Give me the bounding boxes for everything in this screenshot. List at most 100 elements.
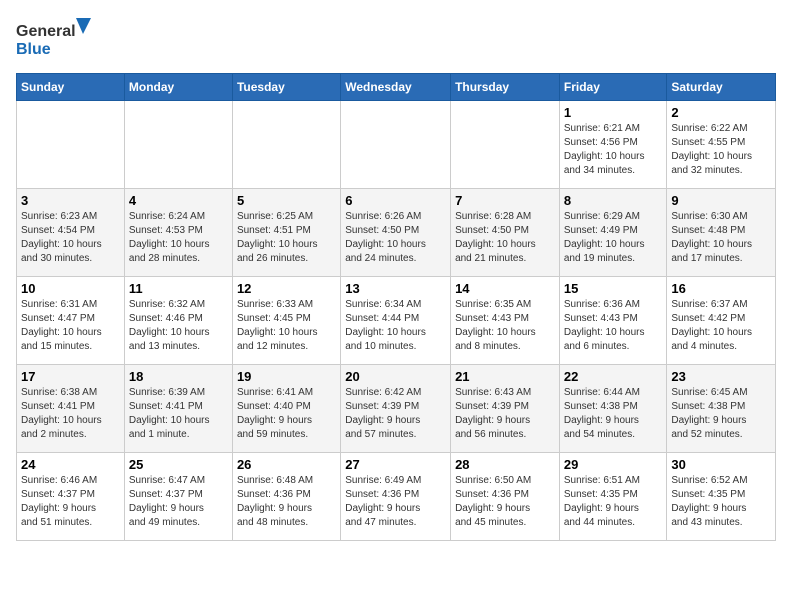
calendar-cell (124, 101, 232, 189)
day-number: 27 (345, 457, 446, 472)
calendar-cell (341, 101, 451, 189)
day-info: Sunrise: 6:50 AM Sunset: 4:36 PM Dayligh… (455, 474, 555, 530)
day-info: Sunrise: 6:29 AM Sunset: 4:49 PM Dayligh… (564, 210, 663, 266)
day-number: 9 (671, 193, 771, 208)
day-number: 1 (564, 105, 663, 120)
day-number: 10 (21, 281, 120, 296)
day-number: 28 (455, 457, 555, 472)
calendar-cell: 26Sunrise: 6:48 AM Sunset: 4:36 PM Dayli… (232, 453, 340, 541)
week-row-2: 3Sunrise: 6:23 AM Sunset: 4:54 PM Daylig… (17, 189, 776, 277)
weekday-header-monday: Monday (124, 74, 232, 101)
calendar-cell: 10 Sunrise: 6:31 AM Sunset: 4:47 PM Dayli… (17, 277, 125, 365)
weekday-header-saturday: Saturday (667, 74, 776, 101)
calendar-cell: 29 Sunrise: 6:51 AM Sunset: 4:35 PM Dayli… (559, 453, 667, 541)
day-info: Sunrise: 6:32 AM Sunset: 4:46 PM Dayligh… (129, 298, 228, 354)
day-number: 17 (21, 369, 120, 384)
day-number: 15 (564, 281, 663, 296)
day-number: 12 (237, 281, 336, 296)
calendar-cell: 20 Sunrise: 6:42 AM Sunset: 4:39 PM Dayli… (341, 365, 451, 453)
day-info: Sunrise: 6:34 AM Sunset: 4:44 PM Dayligh… (345, 298, 446, 354)
calendar-cell (232, 101, 340, 189)
calendar-cell: 4 Sunrise: 6:24 AM Sunset: 4:53 PM Daylig… (124, 189, 232, 277)
weekday-header-wednesday: Wednesday (341, 74, 451, 101)
calendar-cell: 1 Sunrise: 6:21 AM Sunset: 4:56 PM Daylig… (559, 101, 667, 189)
calendar-cell: 19 Sunrise: 6:41 AM Sunset: 4:40 PM Dayli… (232, 365, 340, 453)
day-number: 24 (21, 457, 120, 472)
calendar-cell: 28 Sunrise: 6:50 AM Sunset: 4:36 PM Dayli… (451, 453, 560, 541)
day-number: 23 (671, 369, 771, 384)
calendar-cell: 15Sunrise: 6:36 AM Sunset: 4:43 PM Dayli… (559, 277, 667, 365)
day-number: 5 (237, 193, 336, 208)
day-info: Sunrise: 6:25 AM Sunset: 4:51 PM Dayligh… (237, 210, 336, 266)
calendar-cell: 6 Sunrise: 6:26 AM Sunset: 4:50 PM Daylig… (341, 189, 451, 277)
calendar-cell: 8 Sunrise: 6:29 AM Sunset: 4:49 PM Daylig… (559, 189, 667, 277)
day-number: 6 (345, 193, 446, 208)
header-area: GeneralBlue (16, 16, 776, 61)
calendar-cell: 23Sunrise: 6:45 AM Sunset: 4:38 PM Dayli… (667, 365, 776, 453)
day-number: 18 (129, 369, 228, 384)
day-number: 22 (564, 369, 663, 384)
day-info: Sunrise: 6:51 AM Sunset: 4:35 PM Dayligh… (564, 474, 663, 530)
day-info: Sunrise: 6:39 AM Sunset: 4:41 PM Dayligh… (129, 386, 228, 442)
day-info: Sunrise: 6:24 AM Sunset: 4:53 PM Dayligh… (129, 210, 228, 266)
day-number: 8 (564, 193, 663, 208)
day-info: Sunrise: 6:26 AM Sunset: 4:50 PM Dayligh… (345, 210, 446, 266)
week-row-5: 24Sunrise: 6:46 AM Sunset: 4:37 PM Dayli… (17, 453, 776, 541)
day-info: Sunrise: 6:42 AM Sunset: 4:39 PM Dayligh… (345, 386, 446, 442)
calendar-cell: 2Sunrise: 6:22 AM Sunset: 4:55 PM Daylig… (667, 101, 776, 189)
weekday-header-friday: Friday (559, 74, 667, 101)
day-number: 25 (129, 457, 228, 472)
day-number: 21 (455, 369, 555, 384)
weekday-header-thursday: Thursday (451, 74, 560, 101)
day-number: 20 (345, 369, 446, 384)
day-info: Sunrise: 6:21 AM Sunset: 4:56 PM Dayligh… (564, 122, 663, 178)
day-number: 19 (237, 369, 336, 384)
day-info: Sunrise: 6:49 AM Sunset: 4:36 PM Dayligh… (345, 474, 446, 530)
calendar-table: SundayMondayTuesdayWednesdayThursdayFrid… (16, 73, 776, 541)
week-row-3: 10 Sunrise: 6:31 AM Sunset: 4:47 PM Dayli… (17, 277, 776, 365)
day-info: Sunrise: 6:28 AM Sunset: 4:50 PM Dayligh… (455, 210, 555, 266)
day-info: Sunrise: 6:47 AM Sunset: 4:37 PM Dayligh… (129, 474, 228, 530)
calendar-cell: 24Sunrise: 6:46 AM Sunset: 4:37 PM Dayli… (17, 453, 125, 541)
week-row-1: 1 Sunrise: 6:21 AM Sunset: 4:56 PM Daylig… (17, 101, 776, 189)
logo-svg: GeneralBlue (16, 16, 96, 61)
calendar-cell: 21 Sunrise: 6:43 AM Sunset: 4:39 PM Dayli… (451, 365, 560, 453)
day-info: Sunrise: 6:22 AM Sunset: 4:55 PM Dayligh… (671, 122, 771, 178)
day-number: 26 (237, 457, 336, 472)
calendar-cell: 27 Sunrise: 6:49 AM Sunset: 4:36 PM Dayli… (341, 453, 451, 541)
weekday-header-tuesday: Tuesday (232, 74, 340, 101)
calendar-cell: 30Sunrise: 6:52 AM Sunset: 4:35 PM Dayli… (667, 453, 776, 541)
day-info: Sunrise: 6:37 AM Sunset: 4:42 PM Dayligh… (671, 298, 771, 354)
day-info: Sunrise: 6:38 AM Sunset: 4:41 PM Dayligh… (21, 386, 120, 442)
day-number: 16 (671, 281, 771, 296)
calendar-cell: 14 Sunrise: 6:35 AM Sunset: 4:43 PM Dayli… (451, 277, 560, 365)
day-number: 4 (129, 193, 228, 208)
day-info: Sunrise: 6:33 AM Sunset: 4:45 PM Dayligh… (237, 298, 336, 354)
svg-text:Blue: Blue (16, 41, 51, 58)
logo: GeneralBlue (16, 16, 96, 61)
week-row-4: 17 Sunrise: 6:38 AM Sunset: 4:41 PM Dayli… (17, 365, 776, 453)
day-info: Sunrise: 6:44 AM Sunset: 4:38 PM Dayligh… (564, 386, 663, 442)
calendar-cell (17, 101, 125, 189)
day-number: 29 (564, 457, 663, 472)
day-number: 3 (21, 193, 120, 208)
calendar-cell: 18 Sunrise: 6:39 AM Sunset: 4:41 PM Dayli… (124, 365, 232, 453)
weekday-header-sunday: Sunday (17, 74, 125, 101)
svg-text:General: General (16, 23, 76, 40)
calendar-cell: 3Sunrise: 6:23 AM Sunset: 4:54 PM Daylig… (17, 189, 125, 277)
day-info: Sunrise: 6:43 AM Sunset: 4:39 PM Dayligh… (455, 386, 555, 442)
day-number: 7 (455, 193, 555, 208)
day-info: Sunrise: 6:35 AM Sunset: 4:43 PM Dayligh… (455, 298, 555, 354)
day-info: Sunrise: 6:41 AM Sunset: 4:40 PM Dayligh… (237, 386, 336, 442)
calendar-cell: 7 Sunrise: 6:28 AM Sunset: 4:50 PM Daylig… (451, 189, 560, 277)
calendar-cell: 13Sunrise: 6:34 AM Sunset: 4:44 PM Dayli… (341, 277, 451, 365)
day-info: Sunrise: 6:31 AM Sunset: 4:47 PM Dayligh… (21, 298, 120, 354)
day-info: Sunrise: 6:30 AM Sunset: 4:48 PM Dayligh… (671, 210, 771, 266)
weekday-header-row: SundayMondayTuesdayWednesdayThursdayFrid… (17, 74, 776, 101)
calendar-cell: 17 Sunrise: 6:38 AM Sunset: 4:41 PM Dayli… (17, 365, 125, 453)
calendar-cell: 12 Sunrise: 6:33 AM Sunset: 4:45 PM Dayli… (232, 277, 340, 365)
day-number: 11 (129, 281, 228, 296)
day-info: Sunrise: 6:52 AM Sunset: 4:35 PM Dayligh… (671, 474, 771, 530)
calendar-cell: 11 Sunrise: 6:32 AM Sunset: 4:46 PM Dayli… (124, 277, 232, 365)
day-number: 14 (455, 281, 555, 296)
